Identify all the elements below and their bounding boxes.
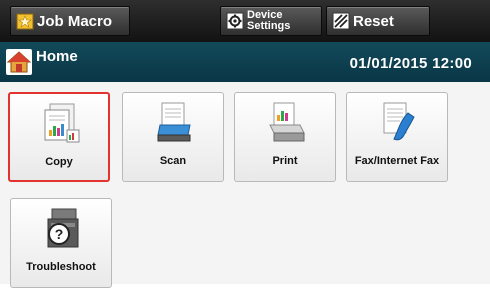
tile-label: Copy (45, 156, 73, 168)
date-time: 01/01/2015 12:00 (349, 55, 472, 72)
troubleshoot-icon: ? (47, 208, 79, 248)
home-icon (6, 49, 32, 75)
home-header: Home 01/01/2015 12:00 (0, 42, 490, 82)
job-macro-label: Job Macro (37, 12, 113, 30)
scan-tile[interactable]: Scan (122, 92, 224, 182)
troubleshoot-tile[interactable]: ? Troubleshoot (10, 198, 112, 288)
home-grid: Copy Scan Print Fax/Internet Fax ? Troub… (0, 82, 490, 288)
tile-label: Troubleshoot (26, 261, 96, 273)
print-icon (269, 102, 305, 142)
fax-icon (383, 102, 415, 141)
tile-label: Scan (159, 155, 187, 167)
device-settings-label: Device Settings (247, 9, 291, 32)
reset-label: Reset (353, 12, 394, 30)
device-settings-button[interactable]: Device Settings (220, 6, 322, 36)
svg-text:?: ? (55, 226, 64, 242)
reset-button[interactable]: Reset (326, 6, 430, 36)
reset-icon (332, 12, 350, 30)
star-icon (16, 13, 34, 30)
fax-internet-fax-tile[interactable]: Fax/Internet Fax (346, 92, 448, 182)
settings-icon (226, 12, 244, 30)
scan-icon (157, 102, 191, 142)
tile-label: Fax/Internet Fax (354, 155, 440, 167)
job-macro-button[interactable]: Job Macro (10, 6, 130, 36)
tile-label: Print (272, 155, 298, 167)
copy-tile[interactable]: Copy (8, 92, 110, 182)
print-tile[interactable]: Print (234, 92, 336, 182)
copy-icon (44, 103, 80, 143)
page-title: Home (36, 48, 78, 65)
top-toolbar: Job Macro Device Settings Reset (0, 0, 490, 42)
